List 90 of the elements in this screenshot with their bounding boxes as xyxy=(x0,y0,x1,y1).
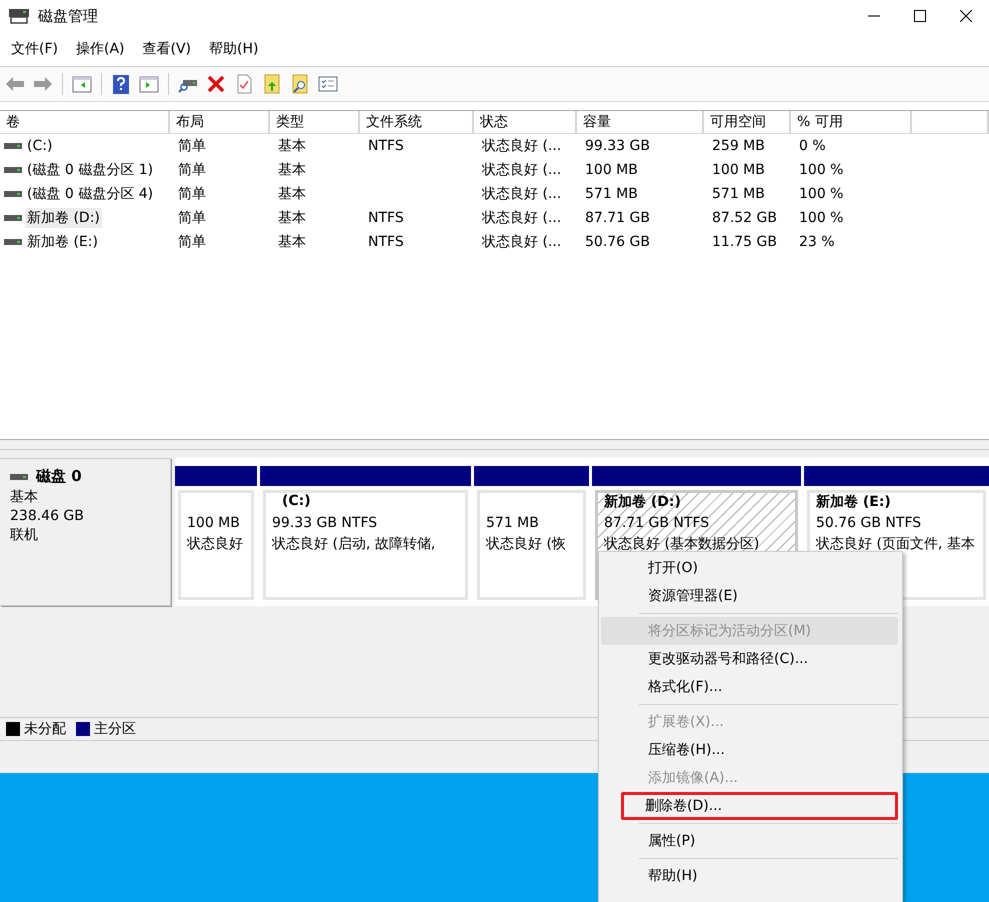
context-menu-item[interactable]: 格式化(F)... xyxy=(601,673,898,701)
help-icon[interactable] xyxy=(110,73,132,95)
column-header[interactable]: 类型 xyxy=(270,111,360,134)
partition-block[interactable]: (C:) 99.33 GB NTFS 状态良好 (启动, 故障转储, xyxy=(263,490,468,600)
context-menu-item[interactable]: 删除卷(D)... xyxy=(621,792,898,820)
table-cell-text: 571 MB xyxy=(584,186,639,202)
table-cell-text: 23 % xyxy=(798,234,836,250)
partition-status: 状态良好 xyxy=(187,535,244,554)
volume-name[interactable]: (磁盘 0 磁盘分区 4) xyxy=(25,184,156,204)
partition-block[interactable]: 100 MB 状态良好 xyxy=(178,490,254,600)
table-cell-text: 状态良好 (... xyxy=(481,185,562,203)
table-cell-text: 0 % xyxy=(798,138,827,154)
close-icon xyxy=(960,10,972,22)
table-cell-text: 87.52 GB xyxy=(711,210,778,226)
window-title: 磁盘管理 xyxy=(38,6,99,26)
context-menu-item[interactable]: 帮助(H) xyxy=(601,862,898,890)
legend-label: 未分配 xyxy=(24,720,66,738)
drive-icon xyxy=(4,142,22,150)
column-header[interactable]: 布局 xyxy=(170,111,270,134)
partition-title: 新加卷 (E:) xyxy=(816,493,892,512)
table-cell-text: 状态良好 (... xyxy=(481,161,562,179)
menu-item[interactable]: 操作(A) xyxy=(66,40,134,58)
table-cell-text: 100 % xyxy=(798,210,844,226)
table-cell-text: 简单 xyxy=(177,209,207,227)
table-cell-text: 11.75 GB xyxy=(711,234,778,250)
table-cell-text: 基本 xyxy=(277,185,307,203)
table-cell-text: 100 % xyxy=(798,162,844,178)
context-menu-item[interactable]: 属性(P) xyxy=(601,827,898,855)
disk-management-icon xyxy=(8,7,30,25)
column-header[interactable]: % 可用 xyxy=(791,111,912,134)
table-cell-text: NTFS xyxy=(367,210,405,226)
menu-item[interactable]: 查看(V) xyxy=(134,40,200,58)
partition-status: 状态良好 (启动, 故障转储, xyxy=(272,535,436,554)
column-header[interactable]: 文件系统 xyxy=(360,111,474,134)
volume-name[interactable]: (磁盘 0 磁盘分区 1) xyxy=(25,160,156,180)
table-cell-text: 简单 xyxy=(177,137,207,155)
table-cell-text: 259 MB xyxy=(711,138,766,154)
table-cell-text: NTFS xyxy=(367,234,405,250)
delete-icon[interactable] xyxy=(205,73,227,95)
legend-label: 主分区 xyxy=(94,720,136,738)
column-header[interactable]: 容量 xyxy=(577,111,704,134)
table-cell-text: 87.71 GB xyxy=(584,210,651,226)
partition-size: 87.71 GB NTFS xyxy=(604,514,710,533)
partition-status: 状态良好 (基本数据分区) xyxy=(604,535,760,554)
drive-icon xyxy=(4,190,22,198)
partition-block[interactable]: 571 MB 状态良好 (恢 xyxy=(477,490,586,600)
partition-status: 状态良好 (页面文件, 基本 xyxy=(816,535,976,554)
table-cell-text: 基本 xyxy=(277,233,307,251)
table-cell-text: 状态良好 (... xyxy=(481,209,562,227)
column-header[interactable]: 可用空间 xyxy=(704,111,791,134)
table-cell-text: 100 MB xyxy=(584,162,639,178)
context-menu-item[interactable]: 压缩卷(H)... xyxy=(601,736,898,764)
volume-name[interactable]: (C:) xyxy=(25,137,54,155)
table-cell-text: 99.33 GB xyxy=(584,138,651,154)
drive-icon xyxy=(4,238,22,246)
disk-name: 磁盘 0 xyxy=(36,467,82,486)
table-cell-text: 基本 xyxy=(277,137,307,155)
table-cell-text: 基本 xyxy=(277,161,307,179)
table-cell-text: 简单 xyxy=(177,185,207,203)
table-cell-text: 基本 xyxy=(277,209,307,227)
drive-icon xyxy=(4,166,22,174)
table-cell-text: 状态良好 (... xyxy=(481,233,562,251)
menu-item[interactable]: 文件(F) xyxy=(2,40,67,58)
partition-size: 99.33 GB NTFS xyxy=(272,514,378,533)
table-cell-text: 简单 xyxy=(177,161,207,179)
volume-name[interactable]: 新加卷 (D:) xyxy=(25,208,102,228)
partition-size: 571 MB xyxy=(486,514,540,533)
disk-type: 基本 xyxy=(10,488,39,506)
table-cell-text: NTFS xyxy=(367,138,405,154)
menu-item[interactable]: 帮助(H) xyxy=(200,40,268,58)
partition-title: (C:) xyxy=(281,493,312,511)
table-cell-text: 571 MB xyxy=(711,186,766,202)
volume-name[interactable]: 新加卷 (E:) xyxy=(25,232,100,252)
disk-state: 联机 xyxy=(10,526,39,544)
disk-size: 238.46 GB xyxy=(10,508,85,524)
drive-icon xyxy=(10,472,28,480)
context-menu-item[interactable]: 更改驱动器号和路径(C)... xyxy=(601,645,898,673)
table-cell-text: 50.76 GB xyxy=(584,234,651,250)
partition-size: 100 MB xyxy=(187,514,241,533)
partition-title: 新加卷 (D:) xyxy=(604,493,682,512)
column-header[interactable]: 卷 xyxy=(0,111,170,134)
partition-status: 状态良好 (恢 xyxy=(486,535,567,554)
column-header[interactable]: 状态 xyxy=(474,111,577,134)
table-cell-text: 简单 xyxy=(177,233,207,251)
maximize-icon xyxy=(914,10,926,22)
table-cell-text: 100 % xyxy=(798,186,844,202)
table-cell-text: 100 MB xyxy=(711,162,766,178)
drive-icon xyxy=(4,214,22,222)
partition-size: 50.76 GB NTFS xyxy=(816,514,922,533)
table-cell-text: 状态良好 (... xyxy=(481,137,562,155)
